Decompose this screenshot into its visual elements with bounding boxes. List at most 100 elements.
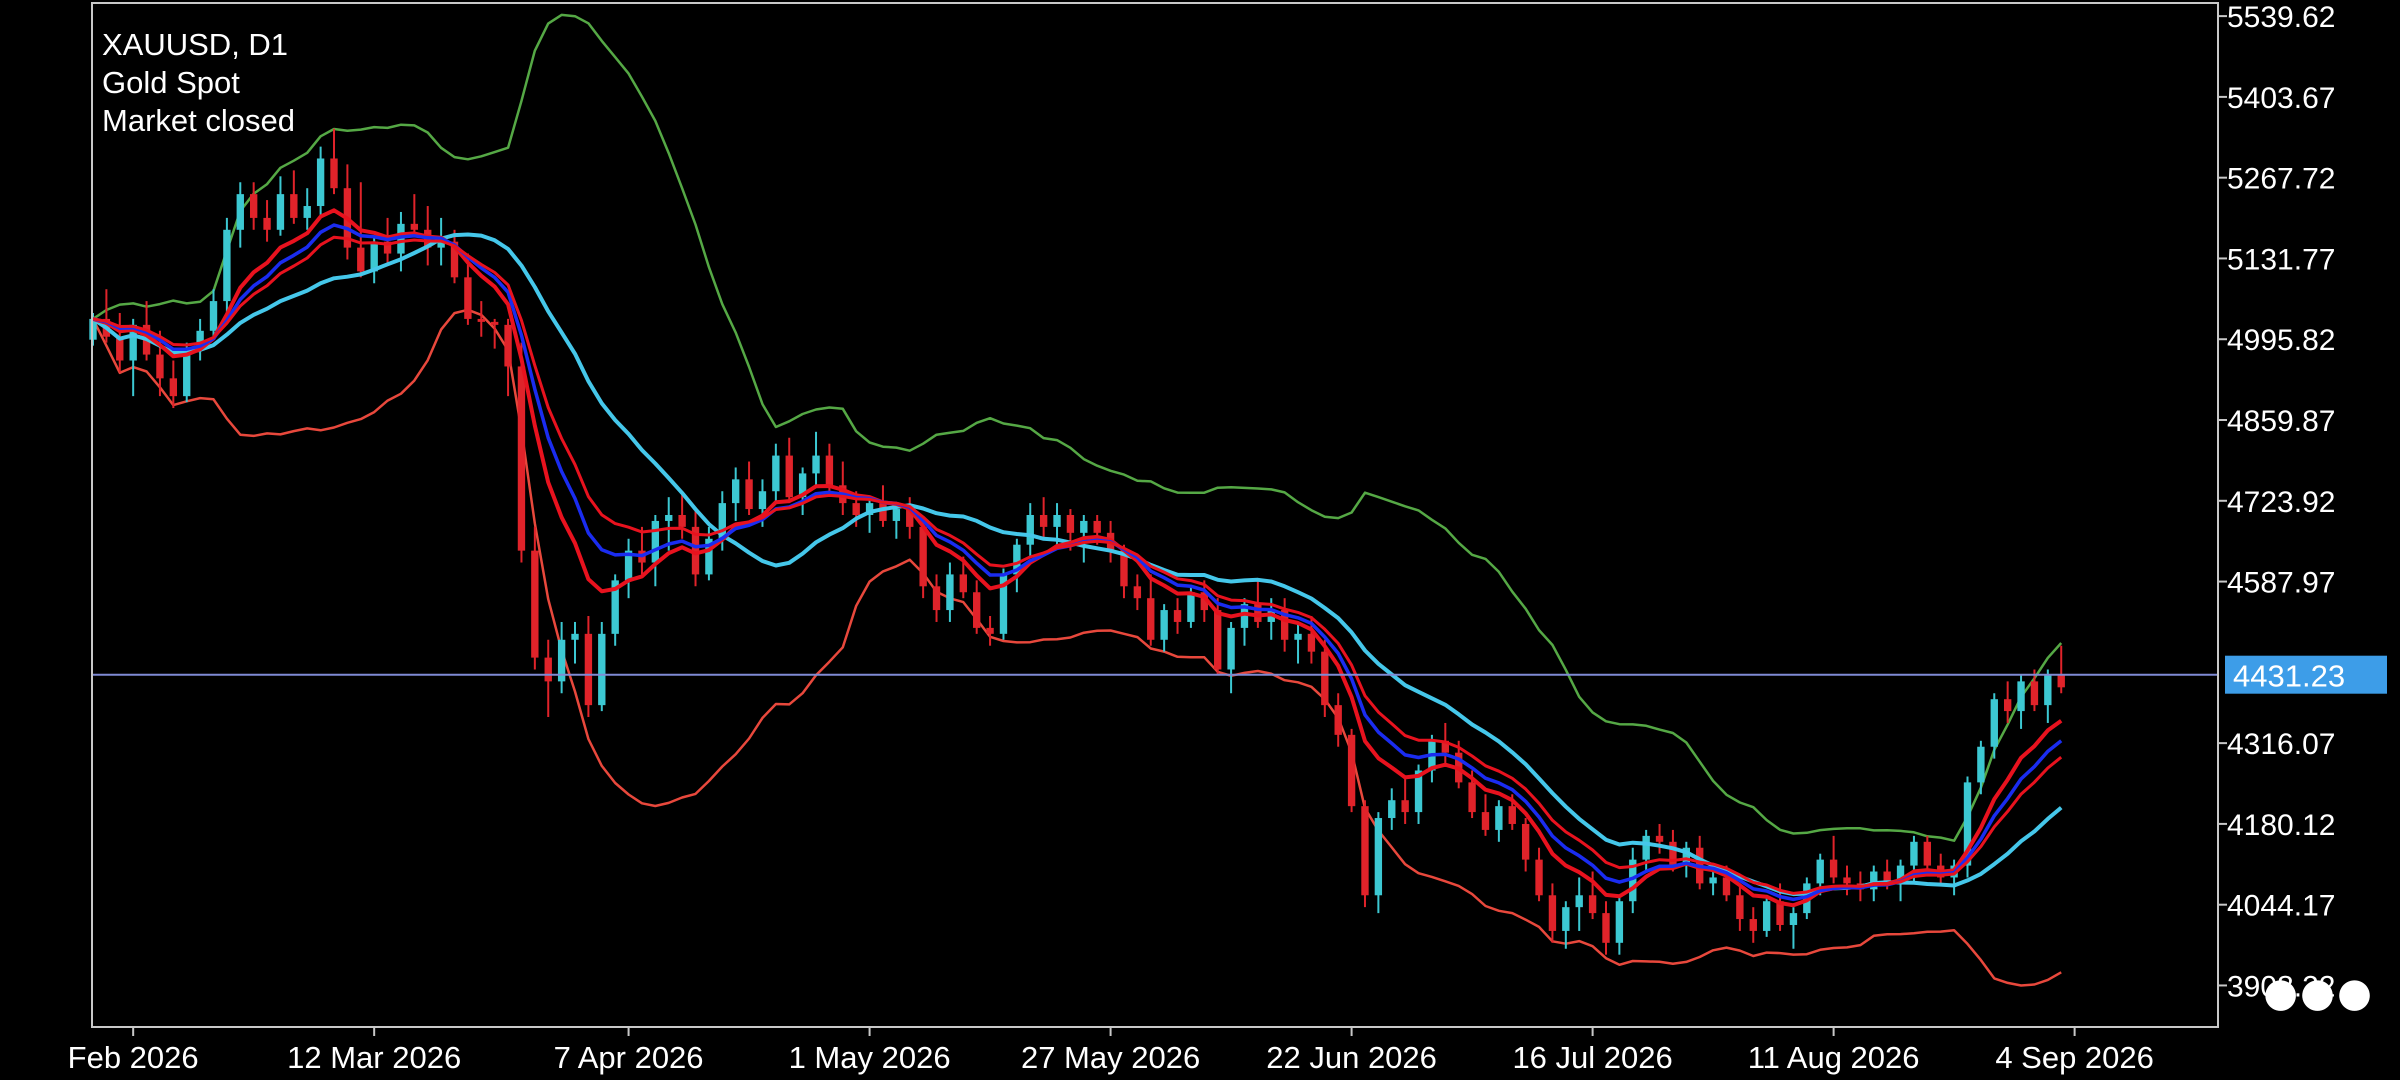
candle-body <box>932 586 941 611</box>
candle-body <box>678 515 686 527</box>
candle-body <box>544 657 552 682</box>
candle-body <box>249 194 258 218</box>
candle-body <box>464 277 472 319</box>
y-tick-label: 5539.62 <box>2227 1 2335 34</box>
candle-body <box>1655 835 1664 842</box>
candle-body <box>1160 610 1168 640</box>
candle-body <box>745 479 753 510</box>
candle-body <box>1588 895 1597 914</box>
candle-body <box>1347 734 1356 807</box>
candle-body <box>852 503 860 515</box>
candle-body <box>2044 675 2052 706</box>
candle-body <box>892 509 901 521</box>
candle-body <box>1816 859 1824 884</box>
candle-body <box>584 633 593 706</box>
y-tick-label: 5267.72 <box>2227 163 2335 196</box>
x-tick-label: 27 May 2026 <box>1021 1040 1200 1075</box>
candle-body <box>156 354 164 379</box>
candle-body <box>1173 610 1182 622</box>
current-price-label: 4431.23 <box>2233 659 2345 694</box>
y-tick-label: 4995.82 <box>2227 324 2335 357</box>
candle-body <box>1401 800 1409 813</box>
x-tick-label: 7 Apr 2026 <box>554 1040 704 1075</box>
candle-body <box>1736 895 1744 920</box>
candle-body <box>1227 627 1235 670</box>
candle-body <box>1026 515 1034 545</box>
candle-body <box>2017 681 2025 712</box>
candle-body <box>959 574 967 593</box>
y-tick-label: 4316.07 <box>2227 728 2335 761</box>
candle-body <box>209 301 218 331</box>
candle-body <box>1481 812 1490 830</box>
candle-body <box>665 515 673 521</box>
candle-body <box>2030 681 2039 706</box>
candle-body <box>316 158 325 207</box>
candle-body <box>490 321 499 325</box>
candle-body <box>1990 699 1998 747</box>
candle-body <box>1374 818 1383 896</box>
candle-body <box>812 455 820 474</box>
ellipsis-icon[interactable]: ●●● <box>2263 970 2374 1016</box>
candle-body <box>1388 800 1396 819</box>
candle-body <box>1642 835 1650 860</box>
price-chart[interactable]: 4431.23 5539.62 5403.67 5267.72 5131.77 4995… <box>0 0 2400 1080</box>
candle-body <box>1789 913 1798 925</box>
candle-body <box>223 229 231 302</box>
y-tick-label: 4044.17 <box>2227 890 2335 923</box>
candle-body <box>1977 746 1985 783</box>
candle-body <box>1923 841 1932 866</box>
candle-body <box>772 455 780 492</box>
candle-body <box>1133 586 1142 599</box>
y-tick-label: 4723.92 <box>2227 486 2335 519</box>
candle-body <box>1294 633 1302 640</box>
y-tick-label: 4180.12 <box>2227 809 2335 842</box>
candle-body <box>1508 806 1516 824</box>
candle-body <box>1093 520 1101 533</box>
candle-body <box>1602 913 1610 943</box>
candle-body <box>1468 782 1476 813</box>
candle-body <box>1307 633 1316 652</box>
candle-body <box>1669 841 1677 866</box>
candle-body <box>357 247 365 272</box>
x-tick-label: 12 Mar 2026 <box>287 1040 461 1075</box>
candle-body <box>1535 859 1543 896</box>
candle-body <box>1334 705 1342 735</box>
candle-body <box>1053 515 1061 527</box>
candle-body <box>169 378 178 397</box>
candle-body <box>504 324 512 367</box>
candle-body <box>2003 699 2012 712</box>
candle-body <box>1521 823 1530 860</box>
candle-body <box>1080 520 1088 533</box>
candle-body <box>758 491 767 510</box>
candle-body <box>1615 901 1624 943</box>
candle-body <box>1495 806 1503 830</box>
candle-body <box>651 520 660 563</box>
symbol-timeframe: XAUUSD, D1 <box>102 27 289 62</box>
candle-body <box>1321 651 1329 706</box>
candle-body <box>531 550 539 658</box>
candle-body <box>1039 515 1048 527</box>
market-status: Market closed <box>102 103 295 138</box>
candle-body <box>236 194 244 230</box>
candle-body <box>263 217 271 230</box>
candle-body <box>879 503 887 521</box>
candle-body <box>1147 598 1155 640</box>
candle-body <box>1187 592 1195 622</box>
candle-body <box>1214 610 1222 670</box>
candle-body <box>2057 675 2065 688</box>
candle-body <box>825 455 834 486</box>
candle-body <box>986 627 994 634</box>
candle-body <box>785 455 793 498</box>
candle-body <box>477 318 485 322</box>
candle-body <box>919 526 927 587</box>
candle-body <box>410 223 419 230</box>
candle-body <box>1910 841 1918 866</box>
candle-body <box>517 366 526 551</box>
candle-body <box>1722 877 1731 896</box>
instrument-description: Gold Spot <box>102 65 240 100</box>
x-tick-label: 1 May 2026 <box>789 1040 951 1075</box>
candle-body <box>946 574 954 611</box>
candle-body <box>1575 895 1583 908</box>
candle-body <box>1066 515 1075 533</box>
chart-background <box>0 0 2400 1080</box>
